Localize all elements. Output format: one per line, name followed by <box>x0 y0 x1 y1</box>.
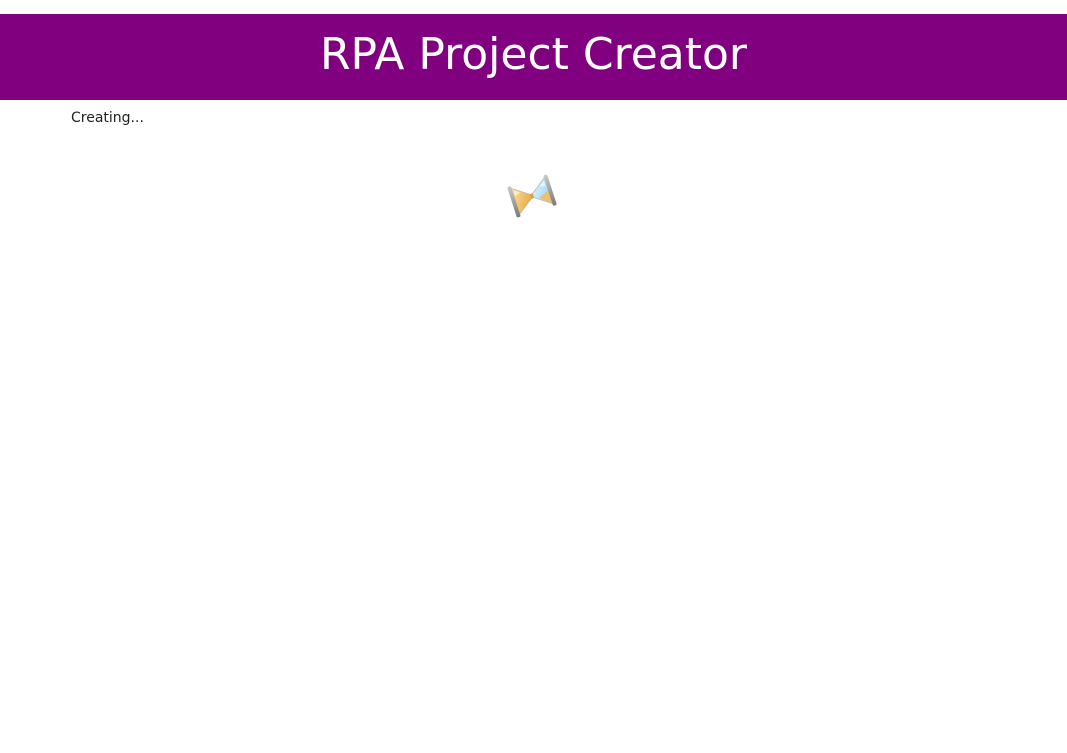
hourglass-icon <box>507 173 557 219</box>
page-title: RPA Project Creator <box>319 29 748 80</box>
status-text: Creating... <box>71 110 144 126</box>
app-header: RPA Project Creator <box>0 14 1067 100</box>
